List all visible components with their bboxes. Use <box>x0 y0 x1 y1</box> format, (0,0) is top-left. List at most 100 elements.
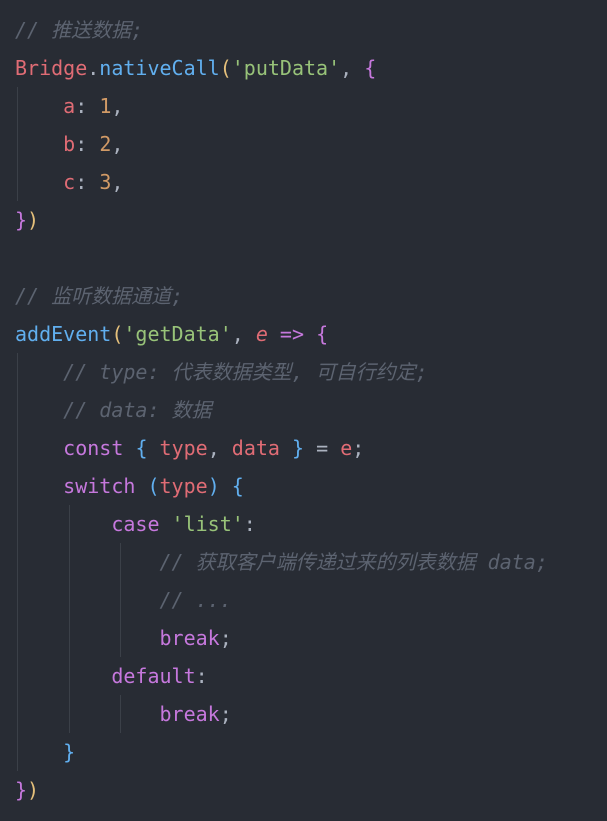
code-token: , <box>111 170 124 194</box>
code-token: : <box>195 664 208 688</box>
code-token: ; <box>219 702 232 726</box>
code-token: addEvent <box>15 322 112 346</box>
code-line: // 推送数据; <box>15 11 143 49</box>
code-line: }) <box>15 771 39 809</box>
code-token: ) <box>27 208 40 232</box>
code-token: { <box>135 436 148 460</box>
code-token: } <box>15 778 28 802</box>
code-line: // data: 数据 <box>15 391 212 429</box>
code-line: // type: 代表数据类型, 可自行约定; <box>15 353 428 391</box>
code-token: ( <box>147 474 160 498</box>
code-line: c: 3, <box>15 163 123 201</box>
code-token: : <box>75 132 100 156</box>
code-token: , <box>111 132 124 156</box>
code-token: e <box>340 436 353 460</box>
code-line: switch (type) { <box>15 467 244 505</box>
code-token: ; <box>219 626 232 650</box>
code-line: addEvent('getData', e => { <box>15 315 328 353</box>
code-token: = <box>304 436 341 460</box>
code-token: , <box>340 56 365 80</box>
code-line: // 获取客户端传递过来的列表数据 data; <box>15 543 548 581</box>
code-token: } <box>15 208 28 232</box>
code-token: , <box>111 94 124 118</box>
code-line: } <box>15 733 75 771</box>
code-token: } <box>292 436 305 460</box>
code-token: a <box>63 94 76 118</box>
code-line: break; <box>15 619 232 657</box>
code-token: ) <box>207 474 220 498</box>
code-token: 1 <box>99 94 112 118</box>
code-line: break; <box>15 695 232 733</box>
code-token: ) <box>27 778 40 802</box>
code-token: // 获取客户端传递过来的列表数据 data; <box>159 550 548 574</box>
code-token: const <box>63 436 124 460</box>
code-token: Bridge <box>15 56 88 80</box>
code-token: 3 <box>99 170 112 194</box>
code-token: b <box>63 132 76 156</box>
code-token: // ... <box>159 588 232 612</box>
code-token: ( <box>219 56 232 80</box>
code-line: case 'list': <box>15 505 256 543</box>
code-token: , <box>207 436 232 460</box>
code-token: type <box>159 436 208 460</box>
code-token: // type: 代表数据类型, 可自行约定; <box>63 360 428 384</box>
code-token: // data: 数据 <box>63 398 212 422</box>
code-token: default <box>111 664 196 688</box>
code-token: type <box>159 474 208 498</box>
code-token: ( <box>111 322 124 346</box>
code-token: { <box>316 322 329 346</box>
code-token: // 监听数据通道; <box>15 284 184 308</box>
code-token: switch <box>63 474 136 498</box>
code-token: { <box>231 474 244 498</box>
code-token: nativeCall <box>99 56 220 80</box>
code-line: const { type, data } = e; <box>15 429 364 467</box>
code-line: // ... <box>15 581 232 619</box>
code-token: ; <box>352 436 365 460</box>
code-token: => <box>267 322 317 346</box>
code-token: data <box>231 436 280 460</box>
code-token: : <box>75 170 100 194</box>
code-line: a: 1, <box>15 87 123 125</box>
code-token: : <box>75 94 100 118</box>
code-token: c <box>63 170 76 194</box>
code-token: , <box>231 322 256 346</box>
code-line: Bridge.nativeCall('putData', { <box>15 49 376 87</box>
code-token: e <box>255 322 268 346</box>
code-line: default: <box>15 657 208 695</box>
code-token: 'list' <box>171 512 244 536</box>
code-line: // 监听数据通道; <box>15 277 183 315</box>
code-token: 'getData' <box>123 322 232 346</box>
code-editor[interactable]: // 推送数据; Bridge.nativeCall('putData', { a… <box>0 0 607 821</box>
code-line: }) <box>15 201 39 239</box>
code-token: 2 <box>99 132 112 156</box>
code-token: : <box>243 512 256 536</box>
code-token: break <box>159 626 220 650</box>
code-token: case <box>111 512 160 536</box>
code-token: . <box>87 56 100 80</box>
code-token: 'putData' <box>231 56 341 80</box>
code-token: break <box>159 702 220 726</box>
code-token: // 推送数据; <box>15 18 144 42</box>
code-line: b: 2, <box>15 125 123 163</box>
code-token: } <box>63 740 76 764</box>
